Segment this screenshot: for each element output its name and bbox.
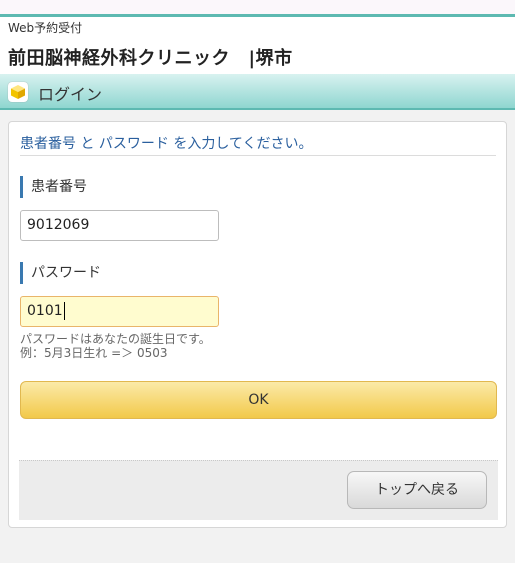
login-card: 患者番号 と パスワード を入力してください。 患者番号 9012069 パスワ…	[8, 121, 507, 528]
password-hint-line-2: 例：5月3日生れ =＞ 0503	[20, 346, 168, 360]
clinic-name: 前田脳神経外科クリニック |堺市	[8, 48, 293, 69]
site-header: Web予約受付 前田脳神経外科クリニック |堺市	[0, 17, 515, 74]
patient-number-label: 患者番号	[20, 176, 87, 198]
patient-number-input[interactable]: 9012069	[20, 210, 219, 241]
cube-icon	[8, 82, 28, 102]
instruction-text: 患者番号 と パスワード を入力してください。	[20, 136, 313, 152]
browser-top-strip	[0, 0, 515, 14]
back-to-top-button[interactable]: トップへ戻る	[347, 471, 487, 509]
ok-button[interactable]: OK	[20, 381, 497, 419]
password-value: 0101	[27, 303, 63, 319]
password-input[interactable]: 0101	[20, 296, 219, 327]
patient-number-value: 9012069	[27, 217, 90, 233]
footer-area: トップへ戻る	[19, 460, 498, 520]
text-cursor	[63, 302, 65, 320]
section-title: ログイン	[38, 85, 103, 104]
header-subtitle: Web予約受付	[8, 21, 83, 35]
password-label: パスワード	[20, 262, 101, 284]
password-hint-line-1: パスワードはあなたの誕生日です。	[20, 332, 211, 346]
instruction-divider	[20, 155, 496, 156]
section-title-bar: ログイン	[0, 74, 515, 110]
